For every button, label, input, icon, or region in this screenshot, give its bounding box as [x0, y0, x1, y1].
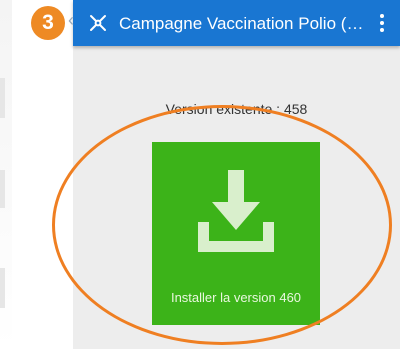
background-strip — [0, 0, 12, 349]
install-version-button[interactable]: Installer la version 460 — [152, 142, 320, 325]
polio-logo-icon — [90, 15, 106, 31]
existing-version-label: Version existente : 458 — [165, 101, 308, 117]
install-button-label: Installer la version 460 — [170, 290, 302, 305]
app-screen: Campagne Vaccination Polio (Stag... Vers… — [73, 0, 400, 349]
app-title: Campagne Vaccination Polio (Stag... — [119, 14, 364, 33]
app-bar: Campagne Vaccination Polio (Stag... — [73, 0, 400, 46]
download-icon — [198, 170, 274, 252]
step-number-badge: 3 — [31, 6, 65, 40]
overflow-menu-icon[interactable] — [376, 12, 388, 34]
back-icon[interactable]: ‹ — [68, 10, 74, 30]
